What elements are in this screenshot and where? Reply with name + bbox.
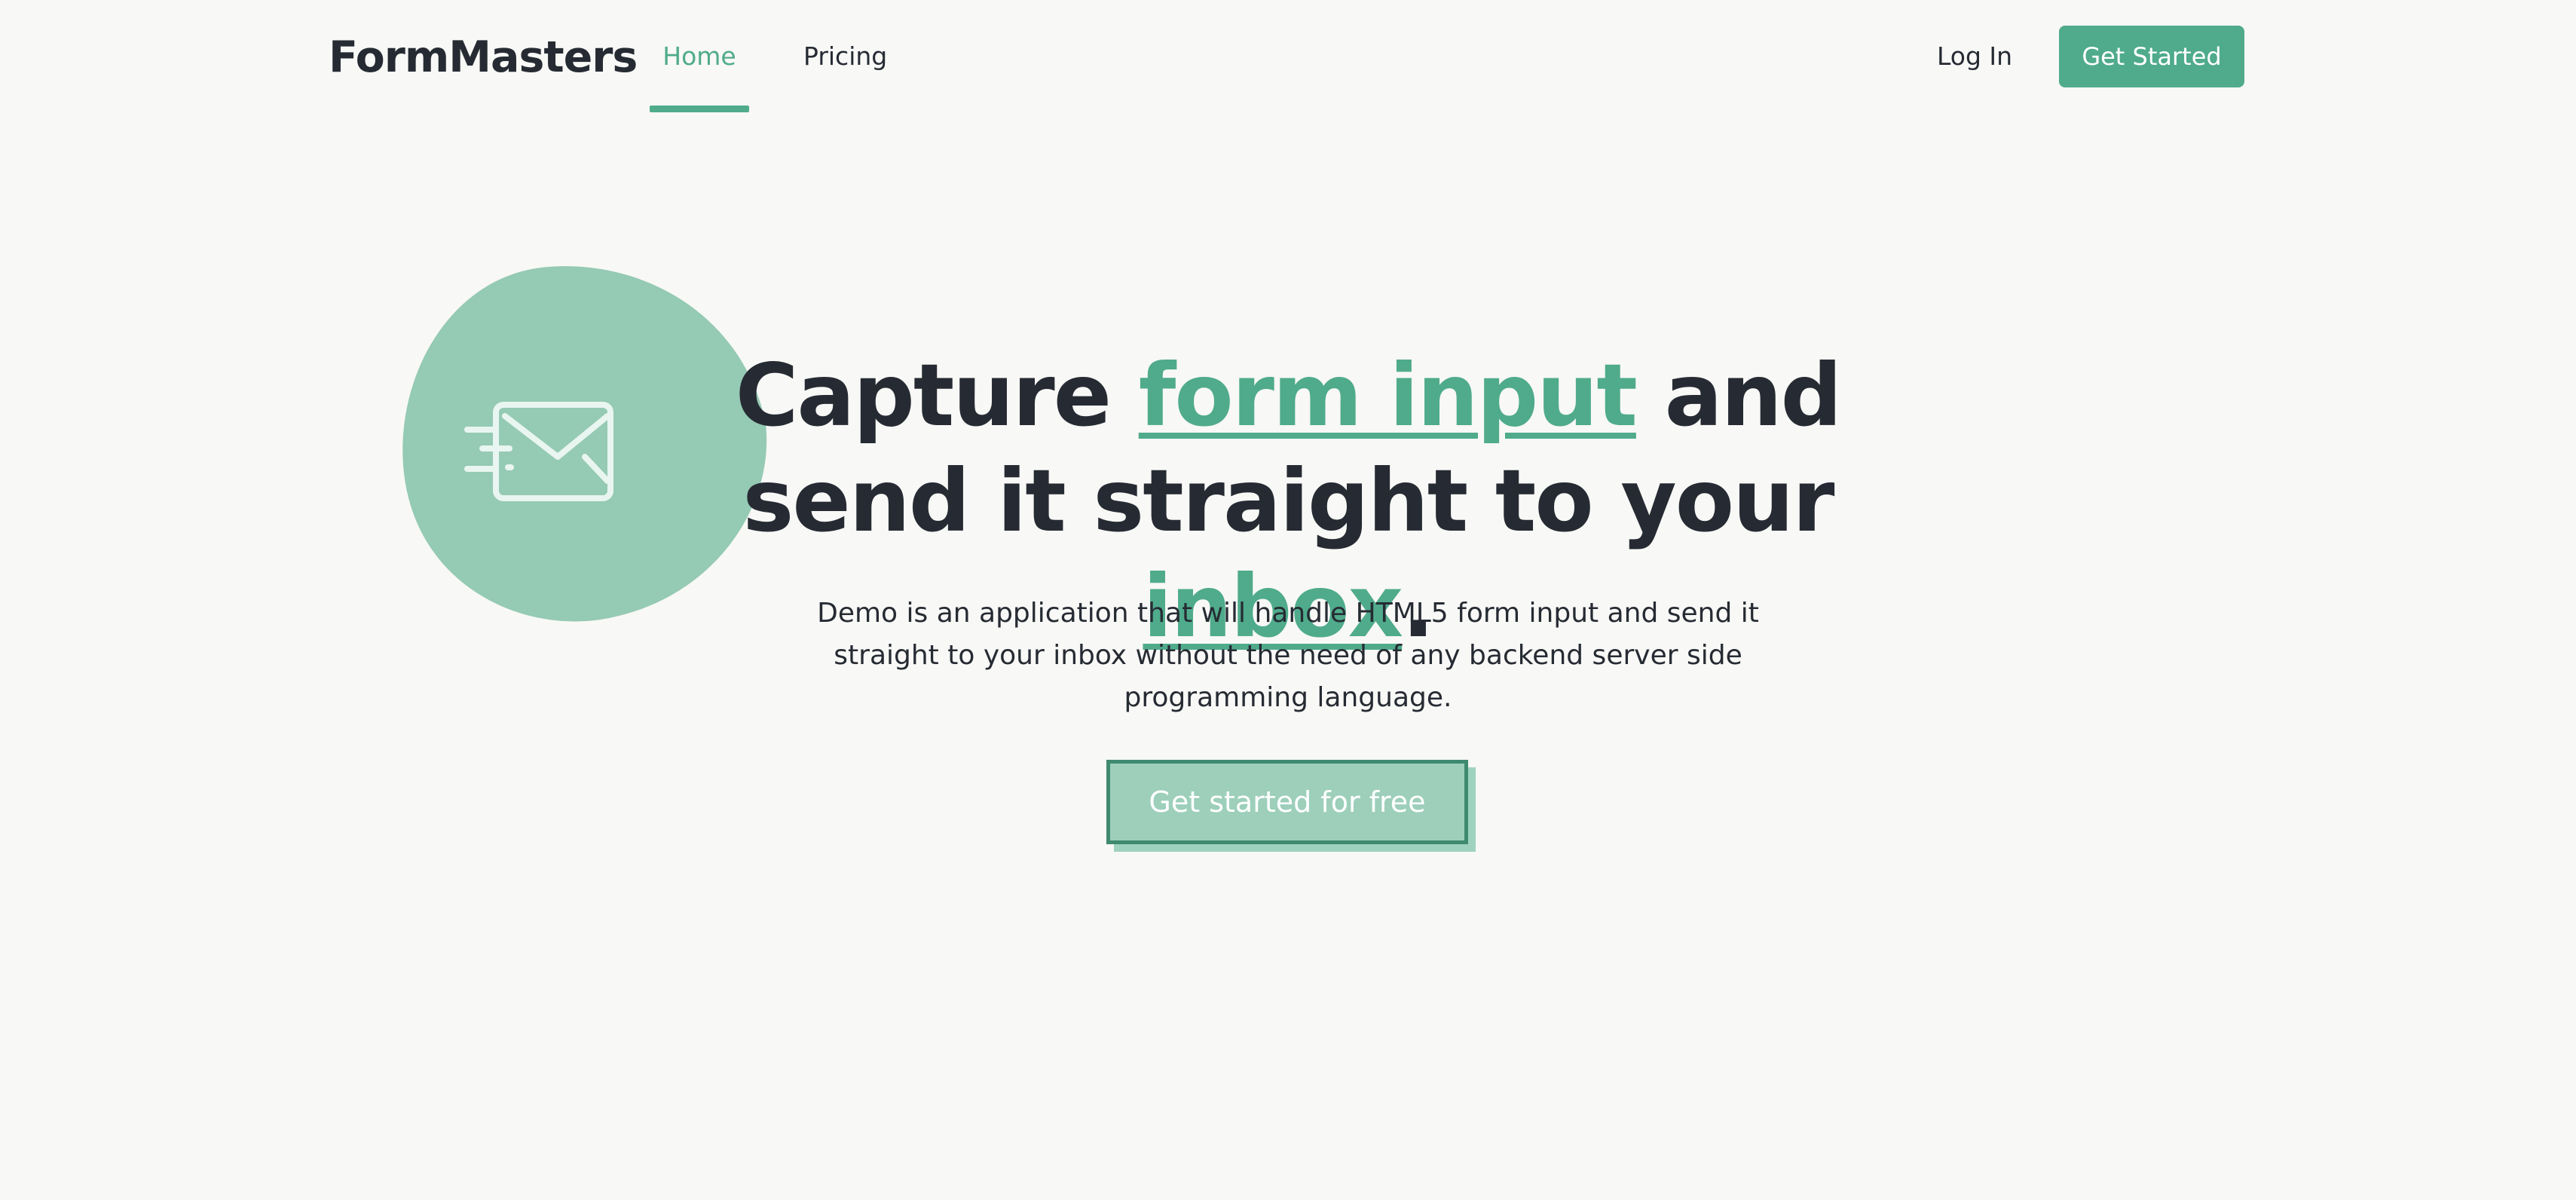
headline-text-1: Capture bbox=[735, 345, 1139, 445]
get-started-free-button[interactable]: Get started for free bbox=[1106, 760, 1468, 844]
get-started-button[interactable]: Get Started bbox=[2059, 26, 2244, 87]
login-link[interactable]: Log In bbox=[1937, 38, 2012, 75]
nav-home-link[interactable]: Home bbox=[650, 38, 749, 75]
brand-logo[interactable]: FormMasters bbox=[329, 27, 638, 87]
nav-active-indicator bbox=[650, 106, 749, 112]
nav-pricing-link[interactable]: Pricing bbox=[803, 38, 887, 75]
headline-accent-form-input: form input bbox=[1138, 345, 1638, 445]
hero-subtext: Demo is an application that will handle … bbox=[817, 598, 1759, 713]
top-navbar: FormMasters Home Pricing Log In Get Star… bbox=[0, 0, 2576, 113]
